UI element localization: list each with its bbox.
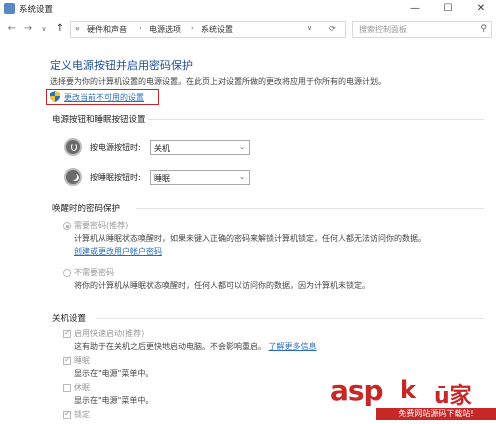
fast-startup-label: 启用快速启动(推荐): [74, 329, 145, 338]
power-button-icon: [64, 138, 82, 156]
create-password-link[interactable]: 创建或更改用户帐户密码: [74, 246, 162, 257]
chevron-down-icon: ⌄: [239, 143, 245, 151]
sleep-menu-description: 显示在"电源"菜单中。: [74, 369, 154, 378]
fast-startup-description-text: 这有助于在关机之后更快地启动电脑。不会影响重启。: [74, 342, 266, 351]
require-password-label: 需要密码(推荐): [74, 221, 129, 230]
chevron-right-icon: ›: [139, 24, 142, 32]
power-button-action-select[interactable]: 关机 ⌄: [150, 140, 250, 155]
chevron-down-icon: ⌄: [239, 173, 245, 181]
search-input[interactable]: 搜索控制面板 ⚲: [352, 21, 492, 38]
back-arrow-icon[interactable]: ←: [6, 22, 18, 36]
require-password-radio[interactable]: [63, 222, 71, 230]
page-description: 选择要为你的计算机设置的电源设置。在此页上对设置所做的更改将应用于你所有的电源计…: [50, 77, 386, 86]
maximize-button[interactable]: ☐: [436, 0, 460, 18]
minimize-button[interactable]: —: [403, 0, 427, 18]
up-arrow-icon[interactable]: ↑: [54, 22, 66, 36]
recent-locations-icon[interactable]: ∨: [38, 22, 50, 36]
sleep-button-action-value: 睡眠: [154, 174, 170, 183]
section-divider: [136, 208, 484, 209]
watermark-asp: asp: [330, 374, 384, 407]
watermark-k: k: [400, 376, 416, 404]
breadcrumb[interactable]: « 硬件和声音 › 电源选项 › 系统设置 ∨ ⟳: [70, 21, 346, 38]
window-title: 系统设置: [19, 5, 54, 15]
chevron-right-icon: ›: [191, 24, 194, 32]
sleep-button-label: 按睡眠按钮时:: [90, 173, 141, 182]
close-button[interactable]: ✕: [469, 0, 493, 18]
title-bar: 系统设置 — ☐ ✕: [0, 0, 496, 18]
change-settings-link-text[interactable]: 更改当前不可用的设置: [64, 92, 144, 103]
no-password-radio[interactable]: [63, 269, 71, 277]
section-divider: [148, 119, 484, 120]
lock-menu-checkbox[interactable]: [63, 409, 71, 419]
wake-password-section-title: 唤醒时的密码保护: [52, 204, 121, 214]
hibernate-menu-label: 休眠: [74, 383, 90, 392]
site-watermark: asp k ū家 免费网站源码下载站!: [330, 374, 496, 424]
learn-more-link[interactable]: 了解更多信息: [269, 342, 317, 351]
no-password-description: 将你的计算机从睡眠状态唤醒时，任何人都可以访问你的数据，因为计算机未锁定。: [74, 281, 370, 290]
watermark-subtitle: 免费网站源码下载站!: [376, 408, 496, 420]
refresh-icon[interactable]: ⟳: [329, 24, 336, 33]
breadcrumb-item-system-settings[interactable]: 系统设置: [201, 24, 233, 35]
section-divider: [96, 318, 484, 319]
lock-menu-label: 锁定: [74, 410, 90, 419]
address-bar: ← → ∨ ↑ « 硬件和声音 › 电源选项 › 系统设置 ∨ ⟳ 搜索控制面板…: [0, 18, 496, 40]
no-password-label: 不需要密码: [74, 268, 114, 277]
fast-startup-checkbox[interactable]: [63, 328, 71, 338]
address-dropdown-icon[interactable]: ∨: [307, 24, 312, 32]
sleep-button-action-select[interactable]: 睡眠 ⌄: [150, 170, 250, 185]
control-panel-icon: [4, 3, 15, 14]
uac-shield-icon: [50, 91, 60, 102]
sleep-menu-label: 睡眠: [74, 356, 90, 365]
power-button-label: 按电源按钮时:: [90, 143, 141, 152]
breadcrumb-item-power-options[interactable]: 电源选项: [149, 24, 181, 35]
watermark-cn: ū家: [434, 384, 472, 409]
breadcrumb-root-icon[interactable]: «: [75, 24, 80, 33]
main-content: 定义电源按钮并启用密码保护 选择要为你的计算机设置的电源设置。在此页上对设置所做…: [0, 40, 496, 424]
search-placeholder: 搜索控制面板: [359, 25, 407, 34]
hibernate-menu-description: 显示在"电源"菜单中。: [74, 396, 154, 405]
search-icon[interactable]: ⚲: [480, 24, 487, 34]
power-button-action-value: 关机: [154, 144, 170, 153]
shutdown-section-title: 关机设置: [52, 314, 87, 324]
sleep-menu-checkbox[interactable]: [63, 355, 71, 365]
change-settings-link[interactable]: 更改当前不可用的设置: [46, 89, 159, 105]
power-buttons-section-title: 电源按钮和睡眠按钮设置: [52, 115, 146, 125]
require-password-description: 计算机从睡眠状态唤醒时，如果未键入正确的密码来解锁计算机锁定，任何人都无法访问你…: [74, 234, 426, 243]
fast-startup-description: 这有助于在关机之后更快地启动电脑。不会影响重启。 了解更多信息: [74, 341, 317, 352]
sleep-button-icon: [64, 168, 82, 186]
forward-arrow-icon[interactable]: →: [22, 22, 34, 36]
page-title: 定义电源按钮并启用密码保护: [50, 59, 193, 72]
hibernate-menu-checkbox[interactable]: [63, 384, 71, 392]
breadcrumb-item-hardware[interactable]: 硬件和声音: [87, 24, 127, 35]
